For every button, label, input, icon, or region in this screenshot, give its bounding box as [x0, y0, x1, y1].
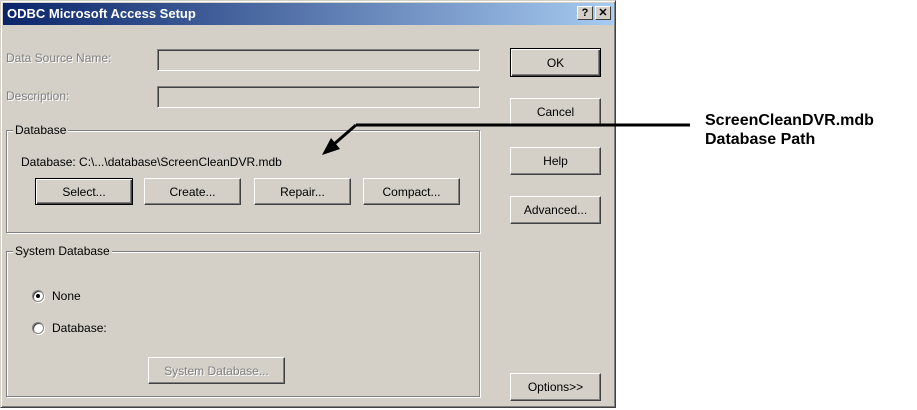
annotation-line-1: ScreenCleanDVR.mdb: [705, 112, 874, 129]
annotation-label: ScreenCleanDVR.mdb Database Path: [705, 111, 874, 149]
annotation-line-2: Database Path: [705, 131, 816, 148]
callout-line-diagonal: [332, 123, 357, 147]
callout-arrow-icon: [322, 123, 690, 155]
